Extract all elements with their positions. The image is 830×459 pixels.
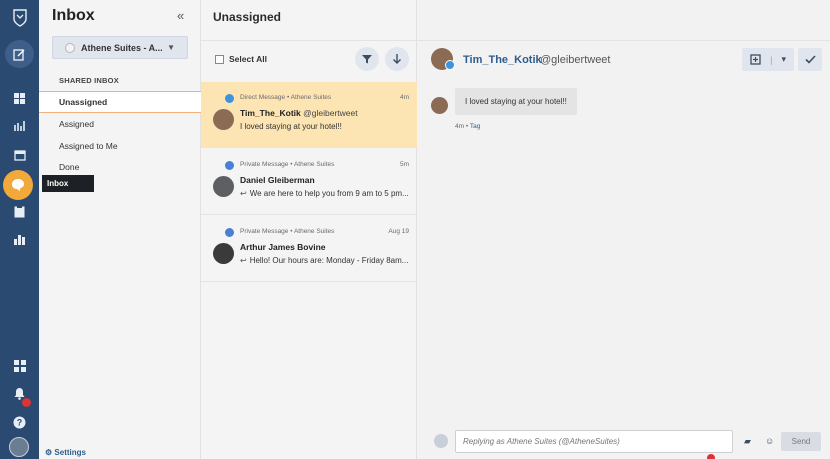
sidebar-item-assigned-to-me[interactable]: Assigned to Me: [39, 135, 201, 157]
list-title: Unassigned: [213, 10, 282, 24]
message-sender: Tim_The_Kotik @gleibertweet: [240, 108, 358, 118]
logo-icon[interactable]: [0, 6, 39, 30]
message-meta: 4m • Tag: [455, 123, 481, 130]
message-meta: Private Message • Athene Suites: [240, 161, 335, 168]
select-all-label[interactable]: Select All: [229, 54, 267, 64]
app-rail: ?: [0, 0, 39, 459]
inbox-sidebar: Inbox « Athene Suites - A... ▼ SHARED IN…: [39, 0, 201, 459]
dashboard-icon[interactable]: [0, 86, 39, 110]
avatar: [213, 176, 234, 197]
analytics-icon[interactable]: [0, 227, 39, 251]
sidebar-title: Inbox: [52, 7, 95, 24]
list-item[interactable]: Direct Message • Athene Suites 4m Tim_Th…: [201, 82, 417, 148]
shared-inbox-heading: SHARED INBOX: [59, 76, 119, 85]
message-preview: ↩ Hello! Our hours are: Monday - Friday 8…: [240, 256, 409, 265]
sort-button[interactable]: [385, 47, 409, 71]
twitter-icon: [225, 94, 234, 103]
message-time: 5m: [399, 161, 409, 168]
message-meta: Direct Message • Athene Suites: [240, 94, 332, 101]
chevron-down-icon[interactable]: ▾: [781, 54, 786, 65]
assign-icon: [750, 54, 761, 65]
message-time: Aug 19: [388, 228, 409, 235]
avatar: [434, 434, 448, 448]
reply-icon: ↩: [240, 189, 247, 198]
tasks-icon[interactable]: [0, 199, 39, 223]
list-toolbar: Select All: [201, 40, 417, 80]
conversation-handle: @gleibertweet: [540, 54, 611, 66]
settings-link[interactable]: ⚙ Settings: [45, 448, 86, 457]
chevron-down-icon: ▼: [167, 43, 175, 52]
twitter-icon: [445, 60, 455, 70]
tag-link[interactable]: Tag: [470, 123, 480, 130]
svg-text:?: ?: [17, 417, 23, 427]
check-icon: [804, 55, 816, 64]
settings-label: Settings: [54, 448, 86, 457]
divider: |: [770, 54, 773, 65]
mark-done-button[interactable]: [798, 48, 822, 71]
notification-badge: [22, 398, 31, 407]
apps-icon[interactable]: [0, 354, 39, 378]
sidebar-item-label: Assigned: [59, 119, 94, 129]
account-select-value: Athene Suites - A...: [81, 42, 163, 53]
filter-icon: [362, 55, 372, 64]
message-preview: ↩ We are here to help you from 9 am to 5 …: [240, 189, 409, 198]
account-select[interactable]: Athene Suites - A... ▼: [52, 36, 188, 59]
conversation-panel: Tim_The_Kotik @gleibertweet | ▾ I loved …: [417, 0, 830, 459]
arrow-down-icon: [393, 54, 401, 64]
calendar-icon[interactable]: [0, 143, 39, 167]
avatar: [431, 97, 448, 114]
message-bubble: I loved staying at your hotel!!: [455, 88, 577, 115]
message-list: Unassigned Select All Direct Message • A…: [201, 0, 417, 459]
user-avatar[interactable]: [9, 437, 29, 457]
messenger-icon: [225, 161, 234, 170]
saved-reply-icon[interactable]: ▰: [744, 436, 751, 447]
messenger-icon: [225, 228, 234, 237]
compose-icon[interactable]: [5, 40, 34, 68]
inbox-tooltip: Inbox: [42, 175, 94, 192]
conversation-header: Tim_The_Kotik @gleibertweet | ▾: [417, 40, 830, 80]
message-meta: Private Message • Athene Suites: [240, 228, 335, 235]
collapse-sidebar-button[interactable]: «: [177, 8, 184, 23]
reply-input[interactable]: [455, 430, 733, 453]
message-time: 4m: [399, 94, 409, 101]
message-sender: Arthur James Bovine: [240, 242, 326, 252]
avatar: [213, 109, 234, 130]
message-preview: I loved staying at your hotel!!: [240, 122, 342, 131]
reply-icon: ↩: [240, 256, 247, 265]
sidebar-item-label: Unassigned: [59, 97, 108, 107]
avatar: [213, 243, 234, 264]
select-all-checkbox[interactable]: [215, 55, 224, 64]
send-button[interactable]: Send: [781, 432, 821, 451]
emoji-icon[interactable]: ☺: [765, 436, 774, 446]
reply-bar: ▰ ☺ Send: [417, 428, 830, 459]
account-icon: [65, 42, 75, 53]
publish-icon[interactable]: [0, 114, 39, 138]
conversation-actions[interactable]: | ▾: [742, 48, 794, 71]
sidebar-item-label: Done: [59, 162, 80, 172]
conversation-name[interactable]: Tim_The_Kotik: [463, 54, 542, 66]
filter-button[interactable]: [355, 47, 379, 71]
list-item[interactable]: Private Message • Athene Suites Aug 19 A…: [201, 216, 417, 282]
bell-icon[interactable]: [0, 382, 39, 406]
list-item[interactable]: Private Message • Athene Suites 5m Danie…: [201, 149, 417, 215]
inbox-icon[interactable]: [3, 170, 33, 200]
sidebar-item-unassigned[interactable]: Unassigned: [39, 91, 201, 113]
help-icon[interactable]: ?: [0, 410, 39, 434]
status-dot: [707, 454, 715, 459]
sidebar-item-assigned[interactable]: Assigned: [39, 113, 201, 135]
message-sender: Daniel Gleiberman: [240, 175, 315, 185]
sidebar-item-label: Assigned to Me: [59, 141, 118, 151]
